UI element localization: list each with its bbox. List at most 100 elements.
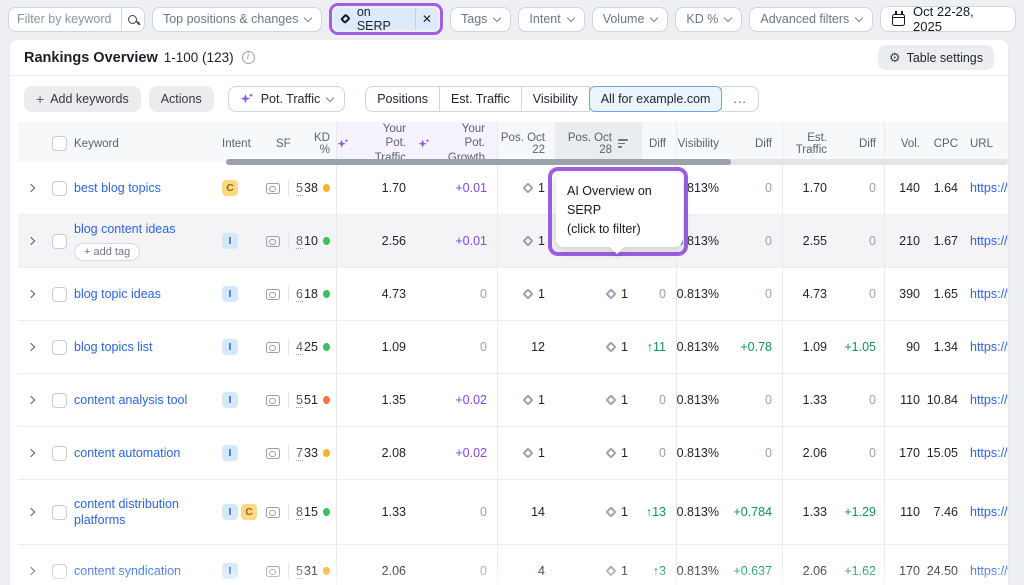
serp-features-icon[interactable] xyxy=(266,507,280,518)
keyword-link[interactable]: content syndication xyxy=(74,563,181,579)
row-checkbox[interactable] xyxy=(52,446,67,461)
keyword-link[interactable]: blog topics list xyxy=(74,339,153,355)
url-link[interactable]: https://w xyxy=(970,181,1008,195)
expand-chevron-icon[interactable] xyxy=(27,184,35,192)
url-link[interactable]: https://w xyxy=(970,287,1008,301)
keyword-link[interactable]: content analysis tool xyxy=(74,392,187,408)
segment-all-for-domain[interactable]: All for example.com xyxy=(589,86,723,112)
serp-features-icon[interactable] xyxy=(266,566,280,577)
keyword-link[interactable]: content distribution platforms xyxy=(74,496,212,529)
segment-visibility[interactable]: Visibility xyxy=(521,86,590,112)
keyword-link[interactable]: blog content ideas xyxy=(74,221,175,237)
url-link[interactable]: https://w xyxy=(970,340,1008,354)
ai-overview-filter-chip[interactable]: on SERP ✕ xyxy=(334,8,438,30)
table-settings-button[interactable]: ⚙ Table settings xyxy=(878,45,994,70)
segment-more-button[interactable]: ... xyxy=(721,86,758,112)
info-icon[interactable]: i xyxy=(242,51,255,64)
row-checkbox[interactable] xyxy=(52,564,67,579)
pot-traffic-dropdown[interactable]: Pot. Traffic xyxy=(228,86,346,112)
url-cell: https://w xyxy=(964,480,1008,544)
expand-chevron-icon[interactable] xyxy=(27,290,35,298)
pos-oct-22-cell-value: 1 xyxy=(538,393,545,407)
keyword-link[interactable]: best blog topics xyxy=(74,180,161,196)
pos-oct-28-cell-value: 1 xyxy=(621,505,628,519)
url-link[interactable]: https://w xyxy=(970,505,1008,519)
advanced-filters-dropdown[interactable]: Advanced filters xyxy=(749,7,873,32)
serp-features-icon[interactable] xyxy=(266,289,280,300)
sf-count-link[interactable]: 5 xyxy=(296,181,303,196)
est-traffic-cell: 1.33 xyxy=(782,374,835,426)
serp-features-icon[interactable] xyxy=(266,395,280,406)
volume-dropdown[interactable]: Volume xyxy=(592,7,669,32)
volume-cell: 90 xyxy=(884,321,926,373)
intent-badge-c: C xyxy=(222,180,238,196)
url-link[interactable]: https://w xyxy=(970,564,1008,578)
top-positions-dropdown[interactable]: Top positions & changes xyxy=(152,7,323,32)
cpc-cell: 1.64 xyxy=(926,162,964,214)
pos-oct-28-cell-value: 1 xyxy=(621,393,628,407)
top-positions-label: Top positions & changes xyxy=(163,12,299,26)
horizontal-scrollbar-thumb[interactable] xyxy=(226,159,731,165)
sf-count-link[interactable]: 8 xyxy=(296,234,303,249)
kd-difficulty-dot xyxy=(323,290,330,298)
serp-features-icon[interactable] xyxy=(266,342,280,353)
row-checkbox[interactable] xyxy=(52,393,67,408)
tooltip-line2: (click to filter) xyxy=(567,222,641,236)
sf-count-link[interactable]: 6 xyxy=(296,287,303,302)
row-checkbox[interactable] xyxy=(52,181,67,196)
url-link[interactable]: https://w xyxy=(970,393,1008,407)
url-link[interactable]: https://w xyxy=(970,234,1008,248)
pos-oct-22-cell-value: 1 xyxy=(538,181,545,195)
diff-visibility-cell: 0 xyxy=(729,427,782,479)
actions-label: Actions xyxy=(161,92,202,106)
add-tag-button[interactable]: + add tag xyxy=(74,243,140,261)
sf-count-link[interactable]: 7 xyxy=(296,446,303,461)
serp-features-icon[interactable] xyxy=(266,448,280,459)
expand-chevron-icon[interactable] xyxy=(27,396,35,404)
header-keyword[interactable]: Keyword xyxy=(74,122,222,165)
kd-label: KD % xyxy=(686,12,718,26)
sf-count-link[interactable]: 4 xyxy=(296,340,303,355)
sf-count-link[interactable]: 5 xyxy=(296,393,303,408)
est-traffic-cell: 1.70 xyxy=(782,162,835,214)
kd-dropdown[interactable]: KD % xyxy=(675,7,742,32)
keyword-cell: content automation xyxy=(74,427,222,479)
expand-chevron-icon[interactable] xyxy=(27,449,35,457)
serp-features-icon[interactable] xyxy=(266,183,280,194)
pos-oct-28-cell: 1 xyxy=(555,545,642,585)
intent-dropdown[interactable]: Intent xyxy=(518,7,584,32)
expand-chevron-icon[interactable] xyxy=(27,508,35,516)
expand-chevron-icon[interactable] xyxy=(27,567,35,575)
select-all-checkbox[interactable] xyxy=(52,136,67,151)
sf-count-link[interactable]: 5 xyxy=(296,564,303,579)
intent-cell: IC xyxy=(222,480,264,544)
keyword-filter-input[interactable] xyxy=(9,8,121,31)
segment-positions[interactable]: Positions xyxy=(365,86,440,112)
expand-cell xyxy=(18,321,44,373)
row-checkbox[interactable] xyxy=(52,505,67,520)
sparkles-icon xyxy=(337,138,349,150)
kd-cell: 10 xyxy=(304,215,336,267)
close-icon[interactable]: ✕ xyxy=(415,8,438,30)
pos-oct-22-cell: 12 xyxy=(497,321,555,373)
row-checkbox[interactable] xyxy=(52,234,67,249)
tags-dropdown[interactable]: Tags xyxy=(450,7,511,32)
keyword-link[interactable]: blog topic ideas xyxy=(74,286,161,302)
expand-chevron-icon[interactable] xyxy=(27,343,35,351)
kd-cell: 33 xyxy=(304,427,336,479)
url-link[interactable]: https://w xyxy=(970,446,1008,460)
date-range-label: Oct 22-28, 2025 xyxy=(913,4,1004,34)
keyword-link[interactable]: content automation xyxy=(74,445,180,461)
add-keywords-button[interactable]: +Add keywords xyxy=(24,86,141,112)
date-range-picker[interactable]: Oct 22-28, 2025 xyxy=(880,6,1016,32)
actions-button[interactable]: Actions xyxy=(149,86,214,112)
kd-difficulty-dot xyxy=(323,567,330,575)
serp-features-icon[interactable] xyxy=(266,236,280,247)
row-checkbox[interactable] xyxy=(52,287,67,302)
row-checkbox[interactable] xyxy=(52,340,67,355)
search-button[interactable] xyxy=(121,8,144,31)
segment-est-traffic[interactable]: Est. Traffic xyxy=(439,86,522,112)
expand-chevron-icon[interactable] xyxy=(27,237,35,245)
sf-count-link[interactable]: 8 xyxy=(296,505,303,520)
sparkles-icon xyxy=(240,92,254,106)
